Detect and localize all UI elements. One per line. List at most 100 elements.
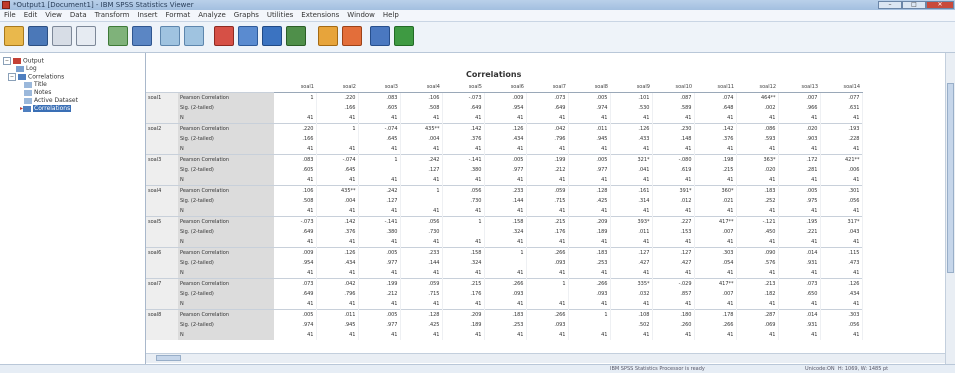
open-icon[interactable]	[4, 26, 24, 46]
table-cell: .631	[820, 103, 863, 113]
table-cell: 41	[526, 175, 569, 186]
print-preview-icon[interactable]	[76, 26, 96, 46]
menu-insert[interactable]: Insert	[133, 11, 161, 19]
table-cell: 41	[610, 206, 653, 217]
menu-format[interactable]: Format	[162, 11, 195, 19]
table-cell: .126	[610, 123, 653, 134]
table-row: soal6 Pearson Correlation .009.126.005.233…	[146, 247, 863, 258]
statistic-label: Pearson Correlation	[178, 154, 274, 165]
menu-window[interactable]: Window	[343, 11, 379, 19]
table-cell: 41	[736, 268, 779, 279]
show-all-icon[interactable]	[370, 26, 390, 46]
table-cell: .730	[442, 196, 485, 206]
column-header: soal4	[400, 82, 442, 93]
menu-data[interactable]: Data	[66, 11, 91, 19]
table-cell: .425	[400, 320, 443, 330]
table-cell: .176	[526, 227, 569, 237]
row-variable	[146, 330, 178, 340]
table-cell: 41	[442, 330, 485, 340]
output-viewer: Correlations soal1 soal2 soal3 soal4 soa…	[146, 53, 955, 364]
save-icon[interactable]	[28, 26, 48, 46]
menu-edit[interactable]: Edit	[20, 11, 42, 19]
statistic-label: Pearson Correlation	[178, 185, 274, 196]
table-row: soal8 Pearson Correlation .005.011.005.128…	[146, 309, 863, 320]
horizontal-scrollbar[interactable]	[146, 353, 945, 363]
table-row: soal3 Pearson Correlation .083 -.074 1.242 -.…	[146, 154, 863, 165]
minimize-button[interactable]: –	[878, 1, 902, 9]
table-cell: -.141	[358, 216, 401, 227]
table-cell: .215	[526, 216, 569, 227]
tree-item-notes[interactable]: Notes	[24, 89, 51, 96]
vertical-scroll-thumb[interactable]	[947, 83, 954, 273]
table-cell: .645	[358, 134, 401, 144]
menu-graphs[interactable]: Graphs	[230, 11, 263, 19]
table-cell: 41	[442, 175, 485, 186]
close-button[interactable]: ✕	[926, 1, 954, 9]
table-cell: .215	[694, 165, 737, 175]
promote-icon[interactable]	[394, 26, 414, 46]
table-cell: 41	[736, 206, 779, 217]
variables-icon[interactable]	[262, 26, 282, 46]
column-header: soal6	[484, 82, 526, 93]
designate-window-icon[interactable]	[342, 26, 362, 46]
column-header: soal5	[442, 82, 484, 93]
menu-view[interactable]: View	[41, 11, 66, 19]
table-cell	[484, 258, 527, 268]
table-cell: 41	[652, 299, 695, 310]
table-cell: 41	[274, 299, 317, 310]
menu-transform[interactable]: Transform	[91, 11, 134, 19]
export-icon[interactable]	[108, 26, 128, 46]
pivot-table[interactable]: Correlations soal1 soal2 soal3 soal4 soa…	[146, 63, 955, 363]
table-cell: 41	[274, 144, 317, 155]
table-cell: 317*	[820, 216, 863, 227]
table-cell: .083	[274, 154, 317, 165]
horizontal-scroll-thumb[interactable]	[156, 355, 181, 361]
collapse-icon[interactable]: −	[3, 57, 11, 65]
table-row: N 41 41 41 41 41 41 41 41 41 41 41 41 41 41	[146, 237, 863, 248]
table-cell: .931	[778, 258, 821, 268]
table-cell: 41	[316, 113, 359, 124]
menu-utilities[interactable]: Utilities	[263, 11, 297, 19]
table-cell: 41	[736, 113, 779, 124]
redo-icon[interactable]	[184, 26, 204, 46]
goto-case-icon[interactable]	[238, 26, 258, 46]
menu-extensions[interactable]: Extensions	[297, 11, 343, 19]
table-cell: .087	[652, 92, 695, 103]
insert-table-icon[interactable]	[286, 26, 306, 46]
table-cell: 41	[484, 206, 527, 217]
print-icon[interactable]	[52, 26, 72, 46]
row-variable	[146, 175, 178, 186]
tree-item-active-dataset[interactable]: Active Dataset	[24, 97, 78, 104]
recall-dialog-icon[interactable]	[132, 26, 152, 46]
table-row: Sig. (2-tailed) .166.605.508.649.954.649.…	[146, 103, 863, 113]
table-cell: 41	[526, 299, 569, 310]
menu-bar: File Edit View Data Transform Insert Format Ana…	[0, 10, 955, 22]
tree-item-correlations-table[interactable]: ▸ Correlations	[20, 105, 72, 112]
table-cell: 41	[610, 268, 653, 279]
table-cell: .945	[316, 320, 359, 330]
table-cell: .166	[274, 134, 317, 144]
maximize-button[interactable]: □	[902, 1, 926, 9]
collapse-icon[interactable]: −	[8, 73, 16, 81]
tree-item-log[interactable]: Log	[16, 65, 37, 72]
table-cell: .650	[778, 289, 821, 299]
table-cell: 41	[358, 206, 401, 217]
select-last-output-icon[interactable]	[318, 26, 338, 46]
table-cell: 41	[484, 113, 527, 124]
menu-analyze[interactable]: Analyze	[194, 11, 230, 19]
goto-data-icon[interactable]	[214, 26, 234, 46]
table-cell: .649	[274, 289, 317, 299]
table-cell: .530	[610, 103, 653, 113]
vertical-scrollbar[interactable]	[945, 53, 955, 364]
tree-item-output[interactable]: − Output	[3, 57, 44, 65]
undo-icon[interactable]	[160, 26, 180, 46]
tree-item-correlations-group[interactable]: − Correlations	[8, 73, 64, 81]
table-cell: 41	[568, 113, 611, 124]
tree-item-title[interactable]: Title	[24, 81, 47, 88]
table-cell: .649	[274, 227, 317, 237]
table-cell: 41	[736, 299, 779, 310]
table-row: Sig. (2-tailed) .954.434.977.144.324 .093.…	[146, 258, 863, 268]
menu-file[interactable]: File	[0, 11, 20, 19]
table-cell: .796	[526, 134, 569, 144]
menu-help[interactable]: Help	[379, 11, 403, 19]
